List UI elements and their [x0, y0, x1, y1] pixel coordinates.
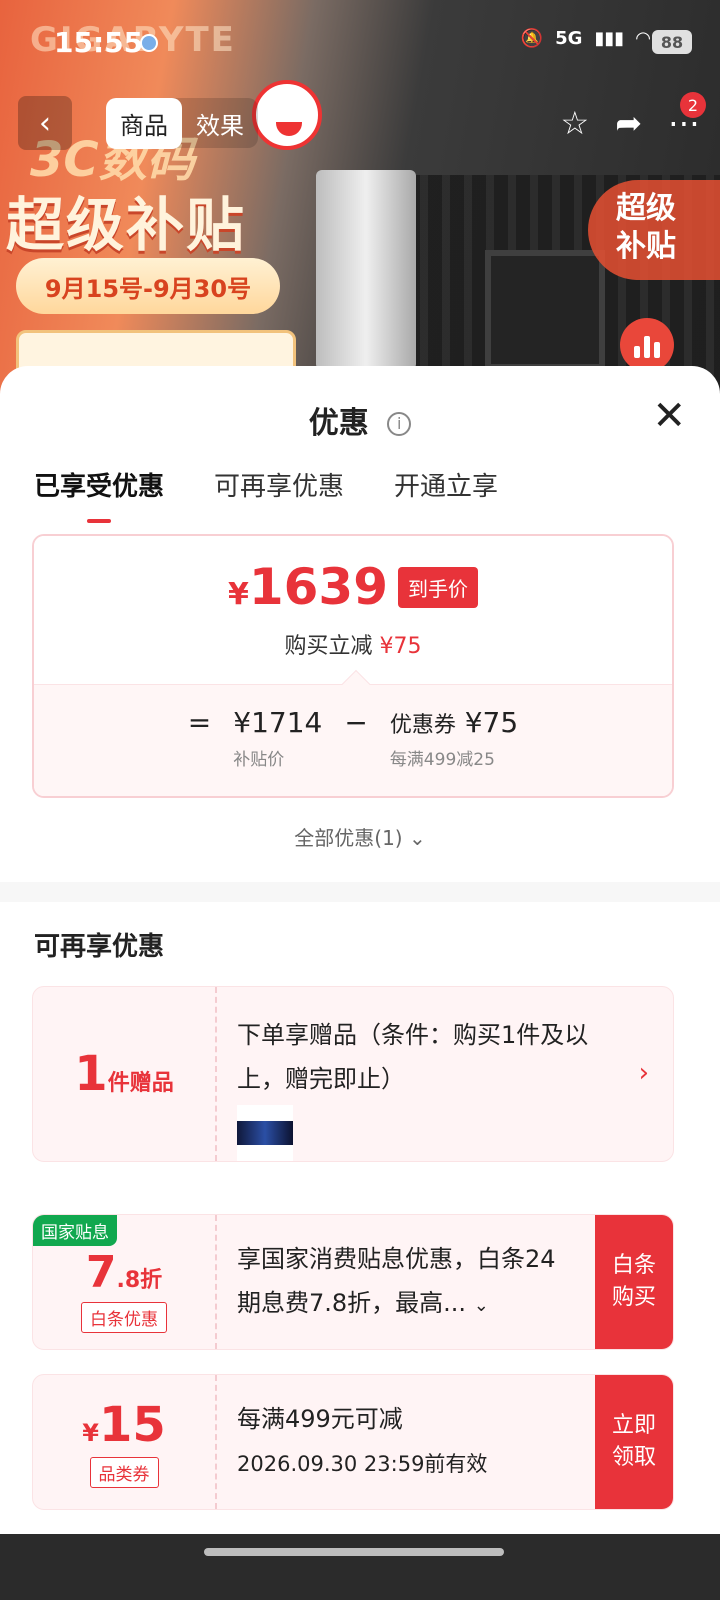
status-icons: 🔕 5G ▮▮▮ ◠	[521, 28, 650, 49]
price-formula: = ¥1714 补贴价 − 优惠券 ¥75 每满499减25	[34, 706, 672, 770]
close-icon[interactable]: ✕	[652, 396, 686, 436]
claim-coupon-button[interactable]: 立即领取	[595, 1375, 673, 1509]
cpu-socket-image	[485, 250, 605, 370]
reduce-value: ¥75	[379, 634, 422, 659]
coupon-col: 优惠券 ¥75 每满499减25	[390, 706, 518, 770]
offer-divider	[215, 1215, 217, 1349]
sheet-title-text: 优惠	[308, 406, 369, 441]
gift-count: 1件赠品	[74, 1046, 173, 1102]
discount-rate: 7.8折	[86, 1247, 162, 1298]
top-nav: ‹ 商品 效果 ☆ ➦ ⋯ 2	[0, 92, 720, 152]
nav-bar-background	[0, 1534, 720, 1600]
coupon-name: 优惠券	[389, 713, 456, 738]
baitiao-label: 白条优惠	[81, 1302, 167, 1333]
chart-icon[interactable]	[620, 318, 674, 372]
sheet-header: 优惠 i ✕	[0, 366, 720, 466]
globe-icon	[140, 34, 158, 52]
segment-enjoyed[interactable]: 已享受优惠	[34, 466, 164, 523]
offer-segments: 已享受优惠 可再享优惠 开通立享	[0, 466, 720, 526]
chevron-down-icon: ⌄	[473, 1295, 489, 1316]
offer-gift-left: 1件赠品	[33, 987, 215, 1161]
offer-category-coupon[interactable]: ¥15 品类券 每满499元可减 2026.09.30 23:59前有效 立即领…	[32, 1374, 674, 1510]
segment-more[interactable]: 可再享优惠	[214, 466, 344, 503]
mute-icon: 🔕	[520, 28, 544, 49]
final-price-tag: 到手价	[398, 566, 479, 608]
coupon-currency: ¥	[82, 1418, 99, 1447]
segment-activate[interactable]: 开通立享	[394, 466, 498, 503]
signal-icon: ▮▮▮	[594, 28, 625, 49]
subsidy-side-badge[interactable]: 超级 补贴	[588, 180, 720, 280]
gift-unit: 件赠品	[107, 1071, 174, 1096]
base-price-col: ¥1714 补贴价	[233, 706, 322, 770]
home-indicator[interactable]	[204, 1548, 504, 1556]
offer-divider	[215, 987, 217, 1161]
baitiao-buy-button[interactable]: 白条购买	[595, 1215, 673, 1349]
share-icon[interactable]: ➦	[615, 104, 642, 142]
wifi-icon: ◠	[636, 28, 650, 49]
base-price-label: 补贴价	[233, 750, 285, 770]
promo-line-2: 超级补贴	[6, 191, 247, 259]
final-price-card: ¥1639 到手价 购买立减 ¥75 = ¥1714 补贴价 − 优惠券 ¥75…	[32, 534, 674, 798]
network-label: 5G	[555, 28, 583, 49]
battery-icon: 88	[652, 30, 692, 54]
coupon-amount: ¥15	[82, 1397, 166, 1453]
promo-date: 9月15号-9月30号	[16, 258, 280, 314]
chevron-left-icon: ‹	[39, 105, 51, 141]
base-price: ¥1714	[233, 706, 323, 739]
rate-decimal: .8折	[116, 1268, 163, 1293]
all-offers-toggle[interactable]: 全部优惠(1) ⌄	[0, 822, 720, 851]
all-offers-label: 全部优惠(1)	[294, 826, 403, 850]
back-button[interactable]: ‹	[18, 96, 72, 150]
chevron-down-icon: ⌄	[408, 826, 426, 850]
tab-product[interactable]: 商品	[106, 97, 182, 149]
star-icon[interactable]: ☆	[561, 104, 590, 142]
coupon-value: ¥75	[464, 706, 519, 739]
side-badge-line-1: 超级	[616, 191, 676, 226]
equals-sign: =	[187, 706, 212, 739]
section-divider	[0, 882, 720, 902]
coupon-left: ¥15 品类券	[33, 1375, 215, 1509]
status-bar: 15:55 🔕 5G ▮▮▮ ◠ 88	[0, 0, 720, 88]
info-icon[interactable]: i	[387, 412, 412, 436]
category-coupon-label: 品类券	[89, 1456, 159, 1488]
coupon-rule: 每满499减25	[389, 750, 495, 770]
gift-thumbnail	[237, 1105, 293, 1161]
offer-gift[interactable]: 1件赠品 下单享赠品（条件：购买1件及以上，赠完即止） ›	[32, 986, 674, 1162]
price-number: 1639	[248, 558, 389, 616]
offer-rate-left: 7.8折 白条优惠	[33, 1215, 215, 1349]
final-price-line: ¥1639 到手价	[34, 558, 672, 616]
coupon-rule-text: 每满499元可减	[237, 1405, 403, 1433]
coupon-number: 15	[98, 1396, 166, 1453]
gift-number: 1	[74, 1046, 108, 1102]
coupon-text: 每满499元可减 2026.09.30 23:59前有效	[237, 1399, 577, 1478]
sheet-title: 优惠 i	[0, 398, 720, 442]
reduce-line: 购买立减 ¥75	[34, 628, 672, 660]
more-badge: 2	[680, 92, 706, 118]
offer-divider	[215, 1375, 217, 1509]
rate-number: 7	[85, 1247, 117, 1298]
subsidy-text: 享国家消费贴息优惠，白条24期息费7.8折，最高... ⌄	[237, 1237, 577, 1328]
chevron-right-icon: ›	[638, 1058, 649, 1088]
tab-effect[interactable]: 效果	[182, 98, 258, 149]
minus-sign: −	[344, 706, 368, 739]
subsidy-text-content: 享国家消费贴息优惠，白条24期息费7.8折，最高...	[237, 1245, 556, 1317]
price-currency: ¥	[227, 577, 249, 612]
coupon-expiry: 2026.09.30 23:59前有效	[237, 1452, 488, 1476]
status-time: 15:55	[54, 26, 144, 59]
more-offers-title: 可再享优惠	[34, 932, 165, 962]
heatsink-image	[316, 170, 416, 370]
final-price: ¥1639	[228, 558, 388, 616]
offer-national-subsidy[interactable]: 国家贴息 7.8折 白条优惠 享国家消费贴息优惠，白条24期息费7.8折，最高.…	[32, 1214, 674, 1350]
reduce-label: 购买立减	[284, 634, 373, 659]
side-badge-line-2: 补贴	[616, 229, 676, 264]
nav-tabs: 商品 效果	[106, 97, 258, 149]
gift-text: 下单享赠品（条件：购买1件及以上，赠完即止）	[237, 1021, 589, 1093]
offers-sheet: 优惠 i ✕ 已享受优惠 可再享优惠 开通立享 ¥1639 到手价 购买立减 ¥…	[0, 366, 720, 1600]
